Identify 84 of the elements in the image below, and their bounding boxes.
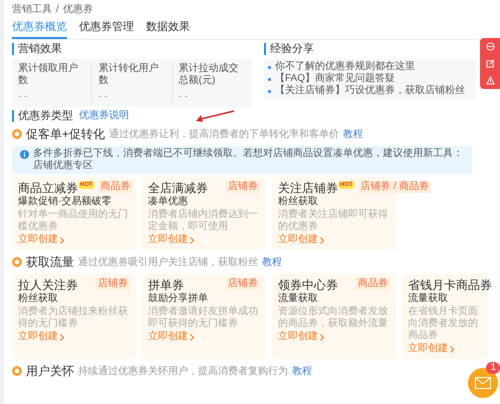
group-title: 用户关怀 [26,363,74,380]
coupon-description: 在省钱月卡页面向消费者发放的商品券 [408,306,479,342]
coupon-tag: 店铺券 [96,278,130,290]
group-title: 促客单+促转化 [26,126,106,143]
stat-value: - - [98,91,109,103]
stat-value: - - [178,91,190,103]
coupon-subtitle: 爆款促销·交易额破零 [18,196,112,208]
bullet-icon [268,66,271,68]
tutorial-link[interactable]: 教程 [292,364,312,378]
tab[interactable]: 数据效果 [146,19,190,39]
create-link[interactable]: 立即创建 [278,331,318,343]
coupon-tag: 店铺券 [226,181,260,193]
coupon-tag: 店铺券 [226,278,260,290]
notification-badge: 1 [486,362,500,374]
breadcrumb-item: 优惠券 [62,4,93,16]
tab[interactable]: 优惠券概览 [12,19,67,39]
stat-label: 累计转化用户数 [98,63,160,87]
chevron-right-icon [450,346,454,352]
create-link[interactable]: 立即创建 [18,331,58,343]
coupon-description: 针对单一商品使用的无门槛优惠券 [18,209,129,233]
coupon-guide-link[interactable]: 优惠券说明 [79,110,129,122]
tutorial-link[interactable]: 教程 [343,126,364,142]
coupon-title: 商品立减券 [18,181,78,195]
group-title: 获取流量 [26,254,74,271]
create-link[interactable]: 立即创建 [278,234,318,246]
tutorial-link[interactable]: 教程 [262,254,282,270]
minimize-icon[interactable] [486,42,494,51]
envelope-icon [475,377,491,389]
annotation-arrow [195,110,235,122]
stat-label: 累计领取用户数 [18,63,79,87]
edit-icon[interactable] [486,59,494,68]
coupon-title: 省钱月卡商品券 [408,278,492,292]
tab[interactable]: 优惠券管理 [79,19,134,39]
create-link[interactable]: 立即创建 [18,234,58,246]
create-link[interactable]: 立即创建 [148,234,188,246]
chevron-right-icon [190,334,194,340]
info-icon [20,150,29,159]
coupon-subtitle: 流量获取 [408,293,449,305]
warning-icon[interactable] [486,76,494,85]
coupon-subtitle: 凑单优惠 [148,196,189,208]
coupon-description: 消费者店铺内消费达到一定金额，即可使用 [148,209,259,233]
coupon-subtitle: 鼓励分享拼单 [148,293,209,305]
group-description: 持续通过优惠券关怀用户，提高消费者复购行为 [78,364,288,378]
coupon-description: 消费者关注店铺即可获得的优惠券 [278,209,389,233]
coupon-title: 领券中心券 [278,278,338,292]
section-title: 营销效果 [12,43,62,55]
notice-text: 多件多折券已下线，消费者端已不可继续领取。若想对店铺商品设置凑单优惠，建议使用新工具：店铺优惠专区 [33,148,464,172]
chevron-right-icon [320,334,324,340]
create-link[interactable]: 立即创建 [408,343,448,355]
coupon-subtitle: 粉丝获取 [278,196,319,208]
coupon-description: 消费者为店铺拉来粉丝获得的无门槛券 [18,306,129,330]
tip-link[interactable]: 【FAQ】商家常见问题答疑 [275,73,396,85]
coupon-subtitle: 粉丝获取 [18,293,59,305]
coupon-description: 资源位形式向消费者发放的商品券，获取额外流量 [278,306,389,330]
bullet-icon [268,78,271,80]
tip-link[interactable]: 【关注店铺券】巧设优惠券，获取店铺粉丝 [275,85,465,97]
tip-link[interactable]: 你不了解的优惠券规则都在这里 [275,61,415,73]
create-link[interactable]: 立即创建 [148,331,188,343]
coupon-description: 消费者邀请好友拼单成功即可获得的无门槛券 [148,306,259,330]
bullet-icon [268,90,271,92]
section-title: 经验分享 [264,43,314,55]
group-description: 通过优惠券吸引用户关注店铺，获取粉丝 [78,256,258,270]
group-description: 通过优惠券让利，提高消费者的下单转化率和客单价 [109,128,340,142]
chevron-right-icon [190,236,194,244]
chevron-right-icon [60,236,64,244]
breadcrumb-item[interactable]: 营销工具 [12,4,52,16]
coupon-title: 关注店铺券 [278,181,338,195]
stat-label: 累计拉动成交总额(元) [178,63,240,87]
coupon-title: 拉人关注券 [18,278,78,292]
breadcrumb-item: / [56,4,59,16]
badge-icon [12,257,22,267]
badge-icon [12,366,22,376]
coupon-title: 拼单券 [148,278,184,292]
coupon-tag: 商品券 [356,278,390,290]
mail-button[interactable] [468,368,498,398]
stat-value: - - [18,91,28,103]
coupon-tag: 商品券 [98,181,133,193]
section-title: 优惠券类型 [12,110,73,122]
coupon-title: 全店满减券 [148,181,208,195]
coupon-tag: 店铺券 / 商品券 [358,181,432,193]
badge-icon [12,129,22,139]
chevron-right-icon [60,334,64,340]
chevron-right-icon [320,236,324,244]
coupon-subtitle: 流量获取 [278,293,318,305]
